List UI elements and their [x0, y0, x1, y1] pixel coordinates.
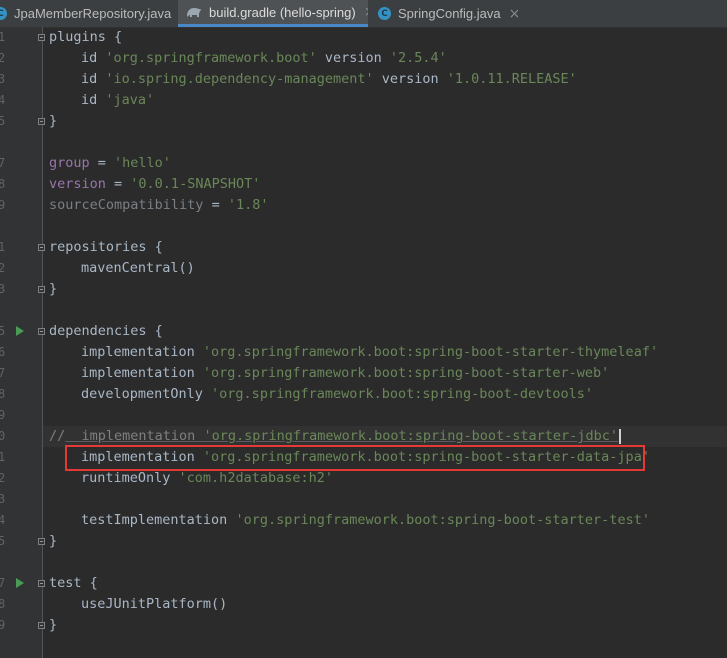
- commented-code-line: // implementation 'org.springframework.b…: [49, 426, 621, 447]
- code-line: implementation 'org.springframework.boot…: [81, 365, 610, 381]
- code-line: group = 'hello': [49, 155, 171, 171]
- java-class-icon: C: [378, 7, 391, 20]
- line-number: 3: [0, 282, 6, 296]
- line-number: 5: [0, 114, 6, 128]
- gradle-elephant-icon: [186, 6, 202, 19]
- code-line: dependencies {: [49, 323, 163, 339]
- code-line: implementation 'org.springframework.boot…: [81, 344, 659, 360]
- code-editor[interactable]: plugins { id 'org.springframework.boot' …: [43, 27, 727, 658]
- run-gradle-task-icon[interactable]: [16, 578, 24, 588]
- ide-window: C JpaMemberRepository.java × build.gradl…: [0, 0, 727, 658]
- code-line: }: [49, 533, 58, 549]
- tab-build-gradle[interactable]: build.gradle (hello-spring) ×: [178, 0, 368, 27]
- line-number: 7: [0, 366, 6, 380]
- line-number: 8: [0, 177, 6, 191]
- line-number: 3: [0, 492, 6, 506]
- code-line: }: [49, 113, 58, 129]
- line-number: 5: [0, 534, 6, 548]
- line-number: 4: [0, 513, 6, 527]
- red-highlight-annotation: [65, 445, 645, 471]
- code-line: sourceCompatibility = '1.8': [49, 197, 269, 213]
- line-number: 9: [0, 198, 6, 212]
- run-gradle-task-icon[interactable]: [16, 326, 24, 336]
- code-line: id 'java': [81, 92, 155, 108]
- code-line: useJUnitPlatform(): [81, 596, 228, 612]
- tab-spring-config[interactable]: C SpringConfig.java ×: [368, 0, 518, 27]
- code-line: runtimeOnly 'com.h2database:h2': [81, 470, 333, 486]
- line-number: 9: [0, 618, 6, 632]
- line-number: 8: [0, 387, 6, 401]
- tab-jpa-member-repository[interactable]: C JpaMemberRepository.java ×: [0, 0, 178, 27]
- line-number: 3: [0, 72, 6, 86]
- line-number: 1: [0, 30, 6, 44]
- line-number-gutter: 1 2 3 4 5 7 8 9 1 2 3 5 6 7 8 9 0 1 2 3 …: [0, 27, 45, 658]
- code-line: version = '0.0.1-SNAPSHOT': [49, 176, 261, 192]
- line-number: 4: [0, 93, 6, 107]
- close-icon[interactable]: ×: [509, 6, 518, 22]
- code-line: plugins {: [49, 29, 123, 45]
- code-line: id 'org.springframework.boot' version '2…: [81, 50, 447, 66]
- line-number: 6: [0, 345, 6, 359]
- code-line: repositories {: [49, 239, 163, 255]
- line-number: 0: [0, 429, 6, 443]
- line-number: 2: [0, 261, 6, 275]
- code-line: id 'io.spring.dependency-management' ver…: [81, 71, 577, 87]
- line-number: 7: [0, 576, 6, 590]
- line-number: 8: [0, 597, 6, 611]
- line-number: 2: [0, 51, 6, 65]
- line-number: 1: [0, 450, 6, 464]
- code-line: test {: [49, 575, 98, 591]
- code-line: }: [49, 281, 58, 297]
- line-number: 1: [0, 240, 6, 254]
- editor-tab-bar: C JpaMemberRepository.java × build.gradl…: [0, 0, 727, 28]
- line-number: 9: [0, 408, 6, 422]
- code-line: }: [49, 617, 58, 633]
- text-caret: [618, 428, 621, 444]
- java-class-icon: C: [0, 7, 7, 20]
- line-number: 7: [0, 156, 6, 170]
- code-line: testImplementation 'org.springframework.…: [81, 512, 650, 528]
- code-line: developmentOnly 'org.springframework.boo…: [81, 386, 594, 402]
- line-number: 5: [0, 324, 6, 338]
- line-number: 2: [0, 471, 6, 485]
- code-line: mavenCentral(): [81, 260, 195, 276]
